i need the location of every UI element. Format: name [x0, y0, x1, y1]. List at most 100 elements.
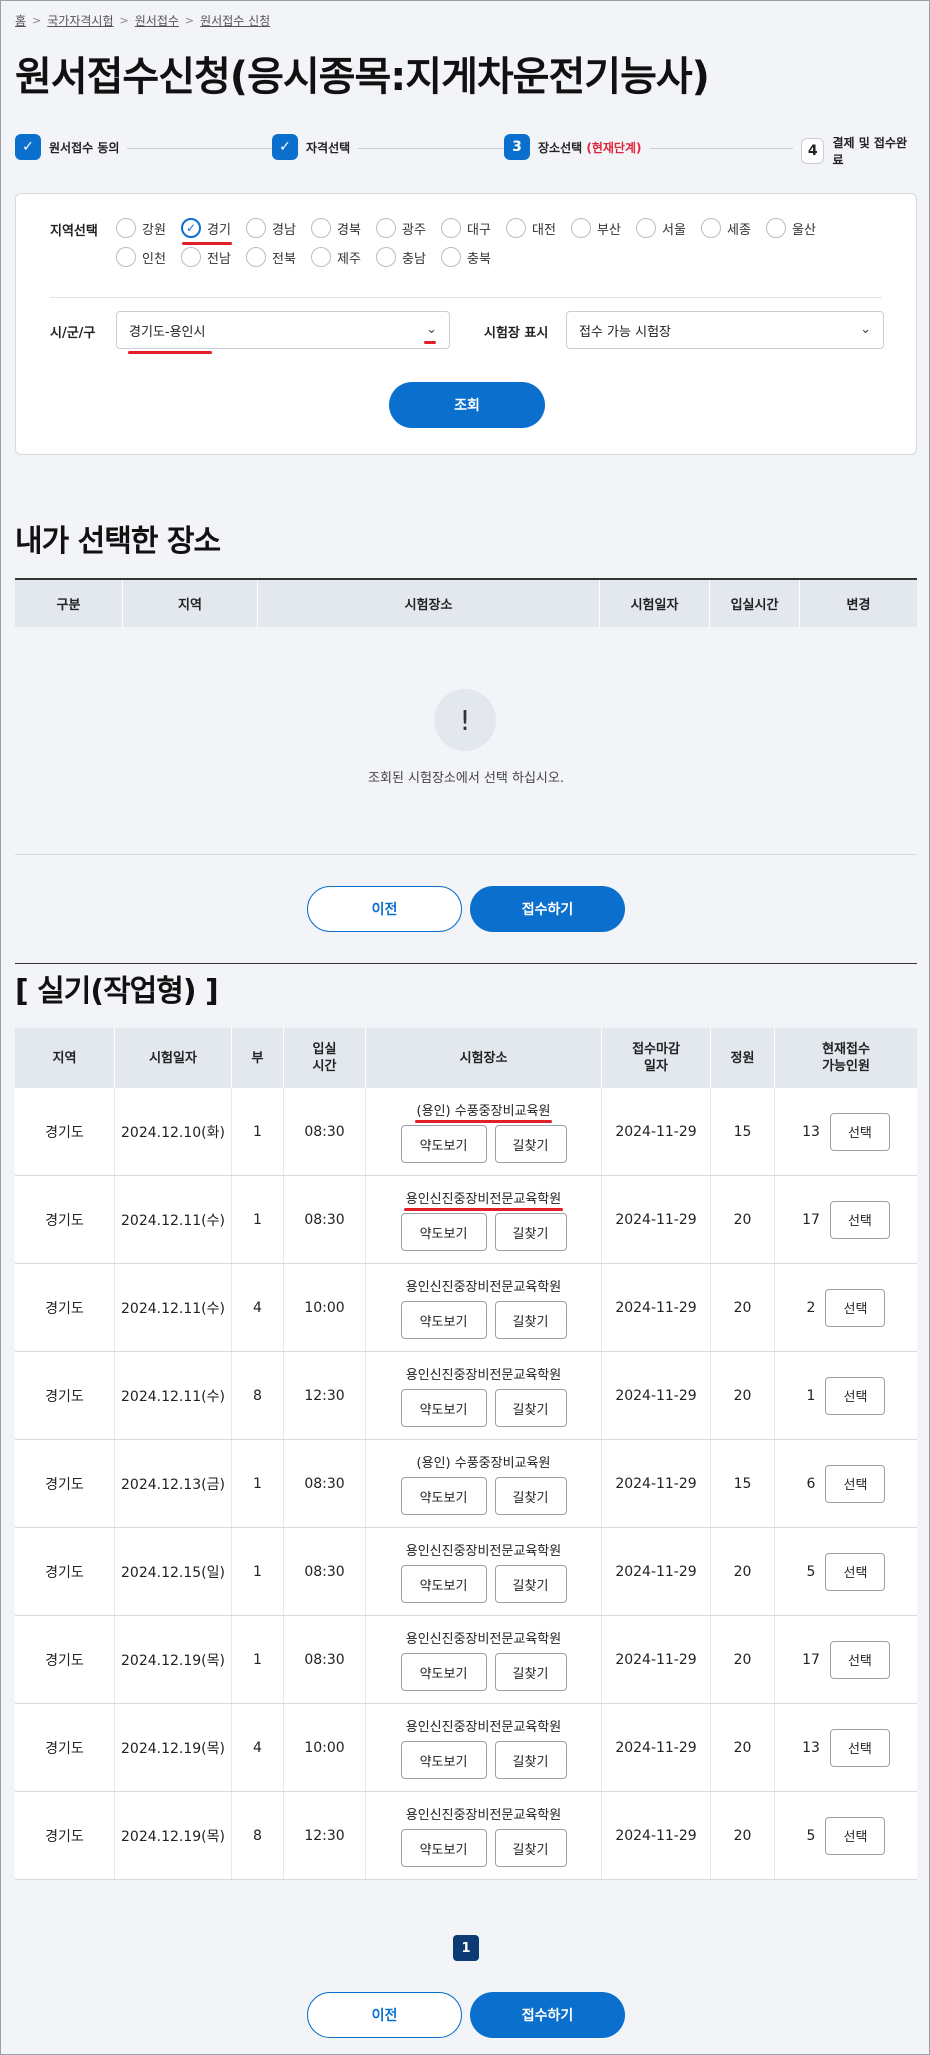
available-cell: 5 선택: [775, 1528, 917, 1615]
region-radio[interactable]: 강원: [116, 218, 166, 238]
directions-button[interactable]: 길찾기: [494, 1213, 567, 1251]
directions-button[interactable]: 길찾기: [494, 1565, 567, 1603]
radio-circle-icon: [311, 247, 331, 267]
radio-checked-icon: ✓: [181, 218, 201, 238]
prev-button-bottom[interactable]: 이전: [307, 1992, 462, 2038]
select-button[interactable]: 선택: [825, 1464, 886, 1503]
step-number: 3: [504, 134, 530, 160]
breadcrumb-home[interactable]: 홈: [15, 12, 26, 29]
region-radio[interactable]: 전남: [181, 247, 231, 267]
region-radio[interactable]: 제주: [311, 247, 361, 267]
select-button[interactable]: 선택: [825, 1552, 886, 1591]
directions-button[interactable]: 길찾기: [494, 1389, 567, 1427]
map-button[interactable]: 약도보기: [400, 1565, 487, 1603]
available-count: 2: [806, 1299, 816, 1316]
section-divider: [15, 963, 917, 964]
venue-display-select[interactable]: 접수 가능 시험장 ⌄: [566, 311, 884, 349]
breadcrumb-application[interactable]: 원서접수: [135, 12, 179, 29]
table-header: 구분 지역 시험장소 시험일자 입실시간 변경: [15, 580, 917, 627]
region-radio[interactable]: 세종: [701, 218, 751, 238]
part-cell: 1: [232, 1176, 284, 1263]
column-header: 시험일자: [115, 1028, 232, 1088]
map-button[interactable]: 약도보기: [400, 1301, 487, 1339]
city-label: 시/군/구: [50, 326, 96, 341]
region-radio[interactable]: 광주: [376, 218, 426, 238]
map-button[interactable]: 약도보기: [400, 1829, 487, 1867]
venue-cell: 용인신진중장비전문교육학원 약도보기 길찾기: [366, 1792, 602, 1879]
available-count: 5: [806, 1563, 816, 1580]
date-cell: 2024.12.11(수): [115, 1176, 232, 1263]
map-button[interactable]: 약도보기: [400, 1125, 487, 1163]
region-radio-label: 서울: [662, 222, 686, 238]
venue-name: (용인) 수풍중장비교육원: [416, 1456, 551, 1471]
entry-time-cell: 08:30: [284, 1176, 366, 1263]
search-button[interactable]: 조회: [389, 382, 545, 428]
select-button[interactable]: 선택: [829, 1200, 890, 1239]
region-radio[interactable]: 전북: [246, 247, 296, 267]
breadcrumb-application-submit[interactable]: 원서접수 신청: [200, 12, 270, 29]
directions-button[interactable]: 길찾기: [494, 1477, 567, 1515]
date-cell: 2024.12.19(목): [115, 1792, 232, 1879]
region-cell: 경기도: [15, 1088, 115, 1175]
region-radio[interactable]: ✓ 경기: [181, 218, 231, 238]
breadcrumb-national-exam[interactable]: 국가자격시험: [47, 12, 113, 29]
venue-actions: 약도보기 길찾기: [400, 1829, 567, 1867]
region-radio[interactable]: 인천: [116, 247, 166, 267]
date-cell: 2024.12.11(수): [115, 1352, 232, 1439]
region-radio[interactable]: 경북: [311, 218, 361, 238]
chevron-right-icon: >: [184, 14, 195, 27]
region-radio[interactable]: 부산: [571, 218, 621, 238]
map-button[interactable]: 약도보기: [400, 1741, 487, 1779]
region-radio[interactable]: 울산: [766, 218, 816, 238]
directions-button[interactable]: 길찾기: [494, 1125, 567, 1163]
region-radio-label: 세종: [727, 222, 751, 238]
submit-button[interactable]: 접수하기: [470, 886, 625, 932]
venue-name: 용인신진중장비전문교육학원: [405, 1632, 562, 1647]
part-cell: 4: [232, 1264, 284, 1351]
submit-button-bottom[interactable]: 접수하기: [470, 1992, 625, 2038]
venue-name: 용인신진중장비전문교육학원: [405, 1280, 562, 1295]
city-select[interactable]: 경기도-용인시 ⌄: [116, 311, 450, 349]
region-radio-label: 전북: [272, 251, 296, 267]
region-radio[interactable]: 서울: [636, 218, 686, 238]
select-button[interactable]: 선택: [829, 1112, 890, 1151]
directions-button[interactable]: 길찾기: [494, 1829, 567, 1867]
table-row: 경기도 2024.12.11(수) 8 12:30 용인신진중장비전문교육학원 약도보기 길…: [15, 1352, 917, 1440]
map-button[interactable]: 약도보기: [400, 1213, 487, 1251]
region-radio[interactable]: 대구: [441, 218, 491, 238]
region-cell: 경기도: [15, 1528, 115, 1615]
map-button[interactable]: 약도보기: [400, 1477, 487, 1515]
select-button[interactable]: 선택: [829, 1640, 890, 1679]
select-button[interactable]: 선택: [825, 1288, 886, 1327]
directions-button[interactable]: 길찾기: [494, 1301, 567, 1339]
map-button[interactable]: 약도보기: [400, 1653, 487, 1691]
select-button[interactable]: 선택: [825, 1376, 886, 1415]
pagination-current-page[interactable]: 1: [453, 1935, 479, 1961]
region-radio[interactable]: 경남: [246, 218, 296, 238]
select-button[interactable]: 선택: [825, 1816, 886, 1855]
venue-actions: 약도보기 길찾기: [400, 1653, 567, 1691]
venue-name: 용인신진중장비전문교육학원: [405, 1544, 562, 1559]
region-radio[interactable]: 충남: [376, 247, 426, 267]
highlight-underline: [403, 1208, 564, 1211]
available-cell: 17 선택: [775, 1176, 917, 1263]
region-radio-label: 인천: [142, 251, 166, 267]
region-radio[interactable]: 대전: [506, 218, 556, 238]
date-cell: 2024.12.15(일): [115, 1528, 232, 1615]
step-payment: 4 결제 및 접수완료: [793, 134, 917, 168]
region-select-label: 지역선택: [50, 224, 98, 239]
table-header: 지역 시험일자 부 입실 시간 시험장소 접수마감 일자 정원 현재접수 가능인…: [15, 1028, 917, 1088]
table-row: 경기도 2024.12.19(목) 1 08:30 용인신진중장비전문교육학원 약도보기 길…: [15, 1616, 917, 1704]
highlight-underline: [424, 341, 436, 344]
directions-button[interactable]: 길찾기: [494, 1653, 567, 1691]
region-radio[interactable]: 충북: [441, 247, 491, 267]
region-cell: 경기도: [15, 1704, 115, 1791]
region-radio-label: 광주: [402, 222, 426, 238]
directions-button[interactable]: 길찾기: [494, 1741, 567, 1779]
map-button[interactable]: 약도보기: [400, 1389, 487, 1427]
select-button[interactable]: 선택: [829, 1728, 890, 1767]
column-header: 시험장소: [366, 1028, 602, 1088]
entry-time-cell: 08:30: [284, 1440, 366, 1527]
radio-circle-icon: [116, 247, 136, 267]
prev-button[interactable]: 이전: [307, 886, 462, 932]
